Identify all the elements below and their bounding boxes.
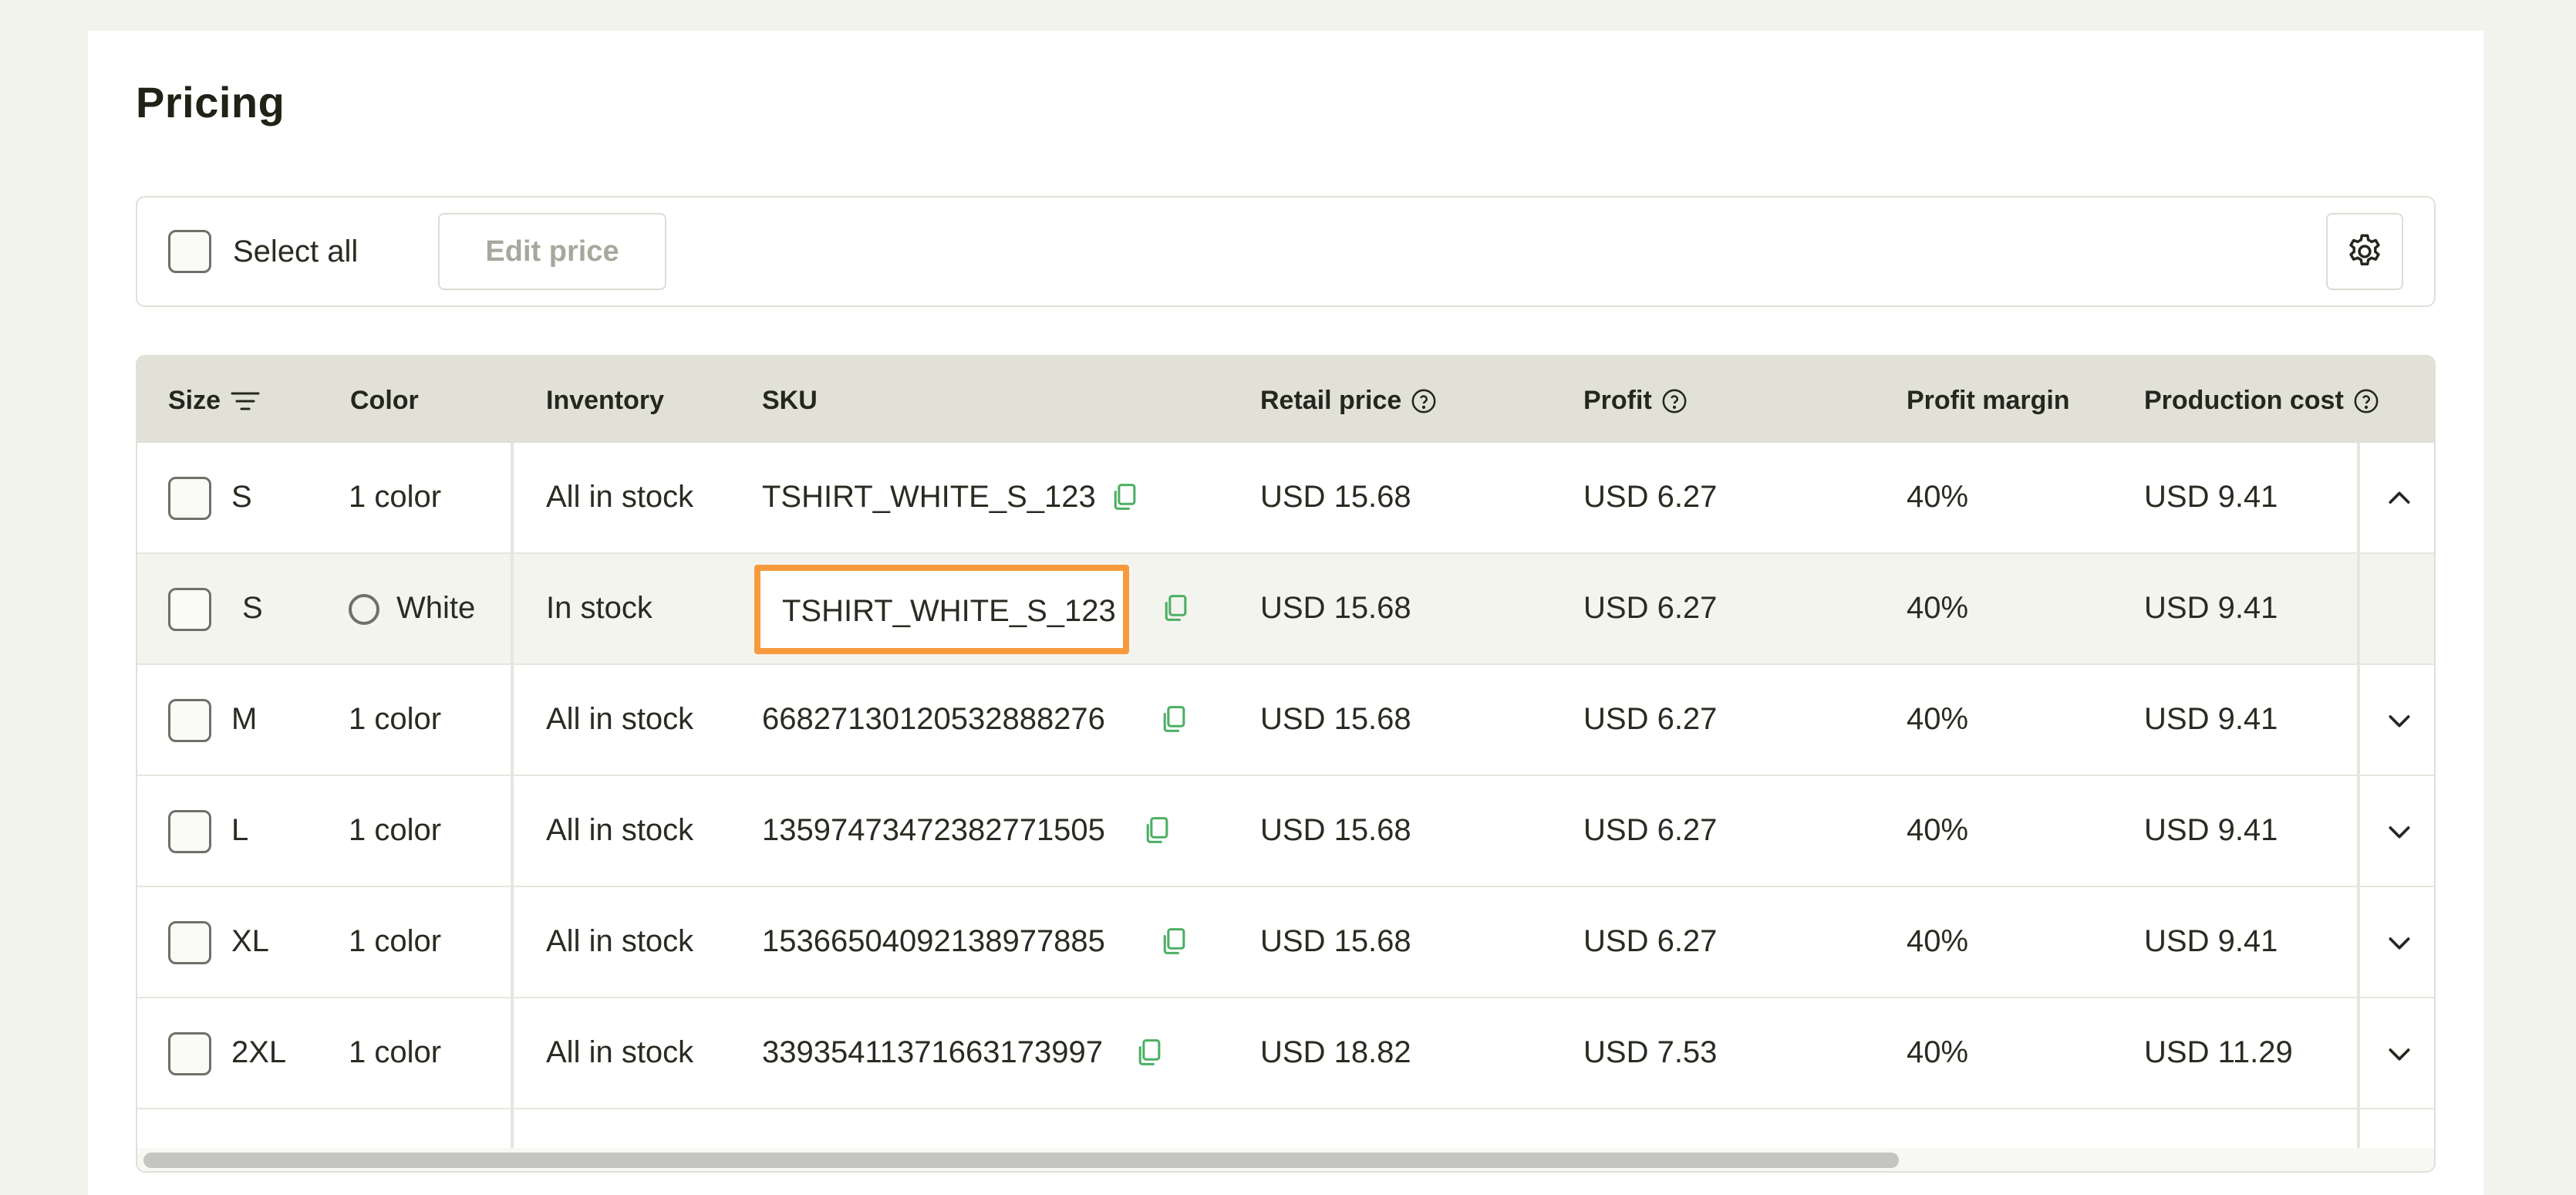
- table-header: Size Color Inventory SKU Retail price Pr…: [137, 356, 2434, 443]
- row-color: 1 color: [349, 702, 442, 736]
- row-inventory: All in stock: [546, 924, 694, 958]
- chevron-down-icon[interactable]: [2384, 1038, 2415, 1069]
- row-sku: 15366504092138977885: [762, 924, 1105, 958]
- header-retail-price: Retail price: [1260, 386, 1437, 416]
- row-production-cost: USD 9.41: [2144, 480, 2278, 514]
- row-checkbox[interactable]: [168, 477, 211, 520]
- row-sku: 13597473472382771505: [762, 813, 1105, 847]
- row-sku: TSHIRT_WHITE_S_123: [782, 594, 1116, 628]
- edit-price-button[interactable]: Edit price: [438, 213, 666, 290]
- row-profit-margin: 40%: [1907, 591, 1969, 625]
- row-production-cost: USD 11.29: [2144, 1035, 2293, 1069]
- row-size: XL: [231, 924, 269, 958]
- row-profit-margin: 40%: [1907, 1035, 1969, 1069]
- table-row[interactable]: M 1 color All in stock 66827130120532888…: [137, 665, 2434, 776]
- pricing-table: Size Color Inventory SKU Retail price Pr…: [136, 355, 2436, 1173]
- row-retail-price: USD 15.68: [1260, 924, 1411, 958]
- filter-icon[interactable]: [230, 389, 261, 414]
- row-sku: 33935411371663173997: [762, 1035, 1103, 1069]
- row-color: 1 color: [349, 924, 442, 958]
- header-production-cost: Production cost: [2144, 386, 2379, 416]
- copy-icon[interactable]: [1158, 926, 1188, 957]
- row-inventory: All in stock: [546, 813, 694, 847]
- row-production-cost: USD 9.41: [2144, 702, 2278, 736]
- row-retail-price: USD 15.68: [1260, 591, 1411, 625]
- row-sku: TSHIRT_WHITE_S_123: [762, 480, 1096, 514]
- row-inventory: All in stock: [546, 702, 694, 736]
- row-size: M: [231, 702, 258, 736]
- select-all-checkbox[interactable]: [168, 230, 211, 273]
- action-column-divider: [2357, 443, 2360, 1171]
- row-profit: USD 6.27: [1583, 702, 1718, 736]
- table-row[interactable]: L 1 color All in stock 13597473472382771…: [137, 776, 2434, 887]
- select-all-label[interactable]: Select all: [233, 235, 358, 269]
- chevron-up-icon[interactable]: [2384, 483, 2415, 514]
- row-inventory: All in stock: [546, 480, 694, 514]
- copy-icon[interactable]: [1109, 481, 1138, 512]
- header-profit: Profit: [1583, 386, 1688, 416]
- row-profit: USD 6.27: [1583, 924, 1718, 958]
- row-profit-margin: 40%: [1907, 813, 1969, 847]
- row-retail-price: USD 15.68: [1260, 480, 1411, 514]
- header-color: Color: [350, 386, 419, 415]
- row-production-cost: USD 9.41: [2144, 813, 2278, 847]
- chevron-down-icon[interactable]: [2384, 816, 2415, 847]
- table-row[interactable]: 2XL 1 color All in stock 339354113716631…: [137, 998, 2434, 1109]
- help-icon[interactable]: [1661, 388, 1688, 414]
- table-row[interactable]: S 1 color All in stock TSHIRT_WHITE_S_12…: [137, 443, 2434, 554]
- row-inventory: In stock: [546, 591, 652, 625]
- row-checkbox[interactable]: [168, 588, 211, 631]
- chevron-down-icon[interactable]: [2384, 705, 2415, 736]
- row-color: White: [396, 591, 476, 625]
- gear-icon: [2349, 234, 2380, 265]
- copy-icon[interactable]: [1134, 1037, 1163, 1068]
- row-size: L: [231, 813, 249, 847]
- row-profit: USD 6.27: [1583, 591, 1718, 625]
- chevron-down-icon[interactable]: [2384, 927, 2415, 958]
- row-checkbox[interactable]: [168, 921, 211, 964]
- row-color: 1 color: [349, 813, 442, 847]
- row-checkbox[interactable]: [168, 1032, 211, 1075]
- row-checkbox[interactable]: [168, 699, 211, 742]
- row-color: 1 color: [349, 1035, 442, 1069]
- row-size: S: [242, 591, 263, 625]
- sku-input-highlighted[interactable]: TSHIRT_WHITE_S_123: [754, 565, 1129, 654]
- page-title: Pricing: [136, 78, 285, 127]
- row-size: S: [231, 480, 252, 514]
- row-color: 1 color: [349, 480, 442, 514]
- row-profit: USD 6.27: [1583, 813, 1718, 847]
- table-row-variant[interactable]: S White In stock TSHIRT_WHITE_S_123 USD …: [137, 554, 2434, 665]
- table-row[interactable]: XL 1 color All in stock 1536650409213897…: [137, 887, 2434, 998]
- row-profit-margin: 40%: [1907, 480, 1969, 514]
- row-retail-price: USD 15.68: [1260, 702, 1411, 736]
- row-retail-price: USD 18.82: [1260, 1035, 1411, 1069]
- row-inventory: All in stock: [546, 1035, 694, 1069]
- color-swatch-white: [349, 594, 379, 625]
- row-size: 2XL: [231, 1035, 287, 1069]
- row-sku: 66827130120532888276: [762, 702, 1105, 736]
- help-icon[interactable]: [2353, 388, 2379, 414]
- horizontal-scrollbar-thumb[interactable]: [143, 1153, 1899, 1168]
- row-profit-margin: 40%: [1907, 924, 1969, 958]
- help-icon[interactable]: [1411, 388, 1437, 414]
- header-inventory: Inventory: [546, 386, 665, 415]
- copy-icon[interactable]: [1160, 592, 1189, 623]
- row-profit-margin: 40%: [1907, 702, 1969, 736]
- row-production-cost: USD 9.41: [2144, 924, 2278, 958]
- header-sku: SKU: [762, 386, 818, 415]
- header-size[interactable]: Size: [168, 386, 261, 416]
- copy-icon[interactable]: [1141, 815, 1171, 846]
- settings-button[interactable]: [2326, 213, 2403, 290]
- row-retail-price: USD 15.68: [1260, 813, 1411, 847]
- pricing-toolbar: Select all Edit price: [136, 196, 2436, 307]
- pricing-card: Pricing Select all Edit price Size Color…: [88, 31, 2483, 1195]
- row-profit: USD 6.27: [1583, 480, 1718, 514]
- copy-icon[interactable]: [1158, 704, 1188, 734]
- row-profit: USD 7.53: [1583, 1035, 1718, 1069]
- row-checkbox[interactable]: [168, 810, 211, 853]
- header-profit-margin: Profit margin: [1907, 386, 2070, 415]
- sticky-column-divider: [511, 443, 514, 1171]
- row-production-cost: USD 9.41: [2144, 591, 2278, 625]
